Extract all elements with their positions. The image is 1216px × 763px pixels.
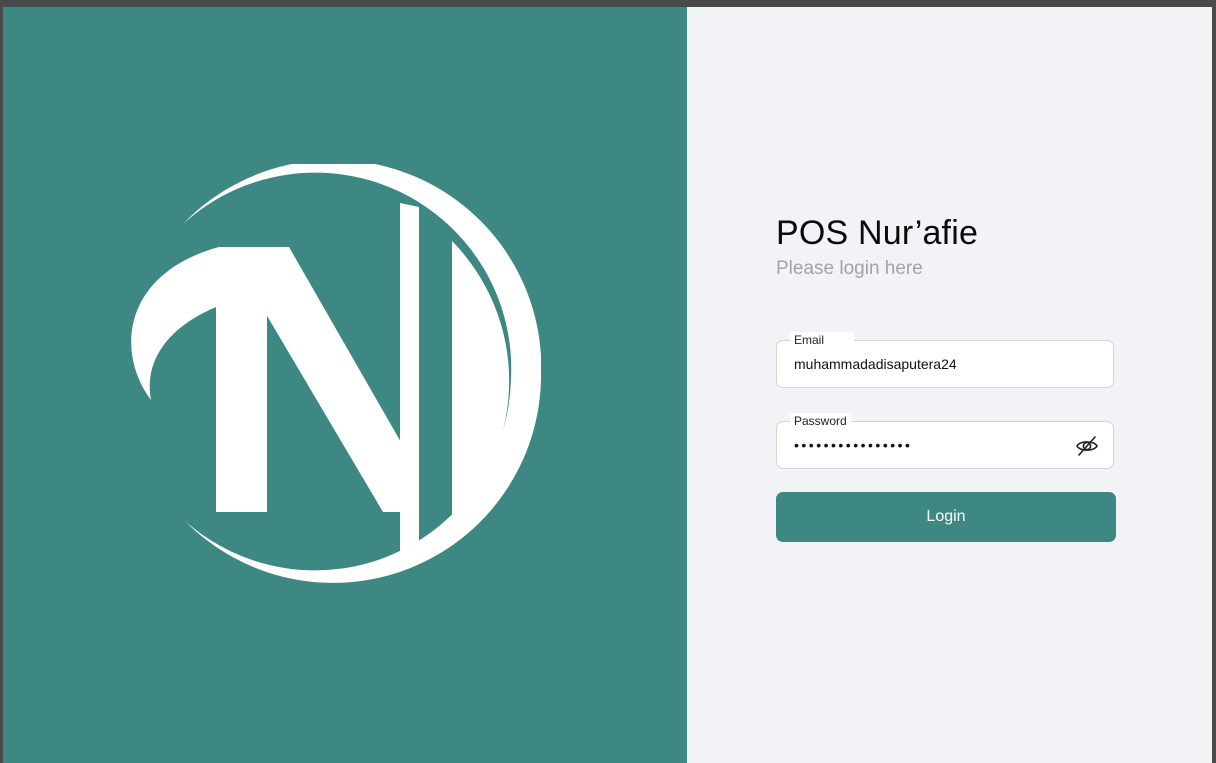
login-subtitle: Please login here: [776, 258, 923, 279]
password-input[interactable]: [794, 422, 1054, 468]
app-title: POS Nur’afie: [776, 214, 979, 252]
email-input[interactable]: [794, 341, 1054, 387]
password-field[interactable]: Password: [776, 413, 1114, 469]
brand-panel: [3, 7, 687, 763]
login-panel: POS Nur’afie Please login here Email Pas…: [687, 7, 1212, 763]
n-monogram-logo-icon: [131, 164, 541, 583]
app-window: POS Nur’afie Please login here Email Pas…: [3, 7, 1212, 763]
login-button[interactable]: Login: [776, 492, 1116, 542]
email-field[interactable]: Email: [776, 332, 1114, 388]
eye-slash-icon[interactable]: [1075, 434, 1099, 458]
